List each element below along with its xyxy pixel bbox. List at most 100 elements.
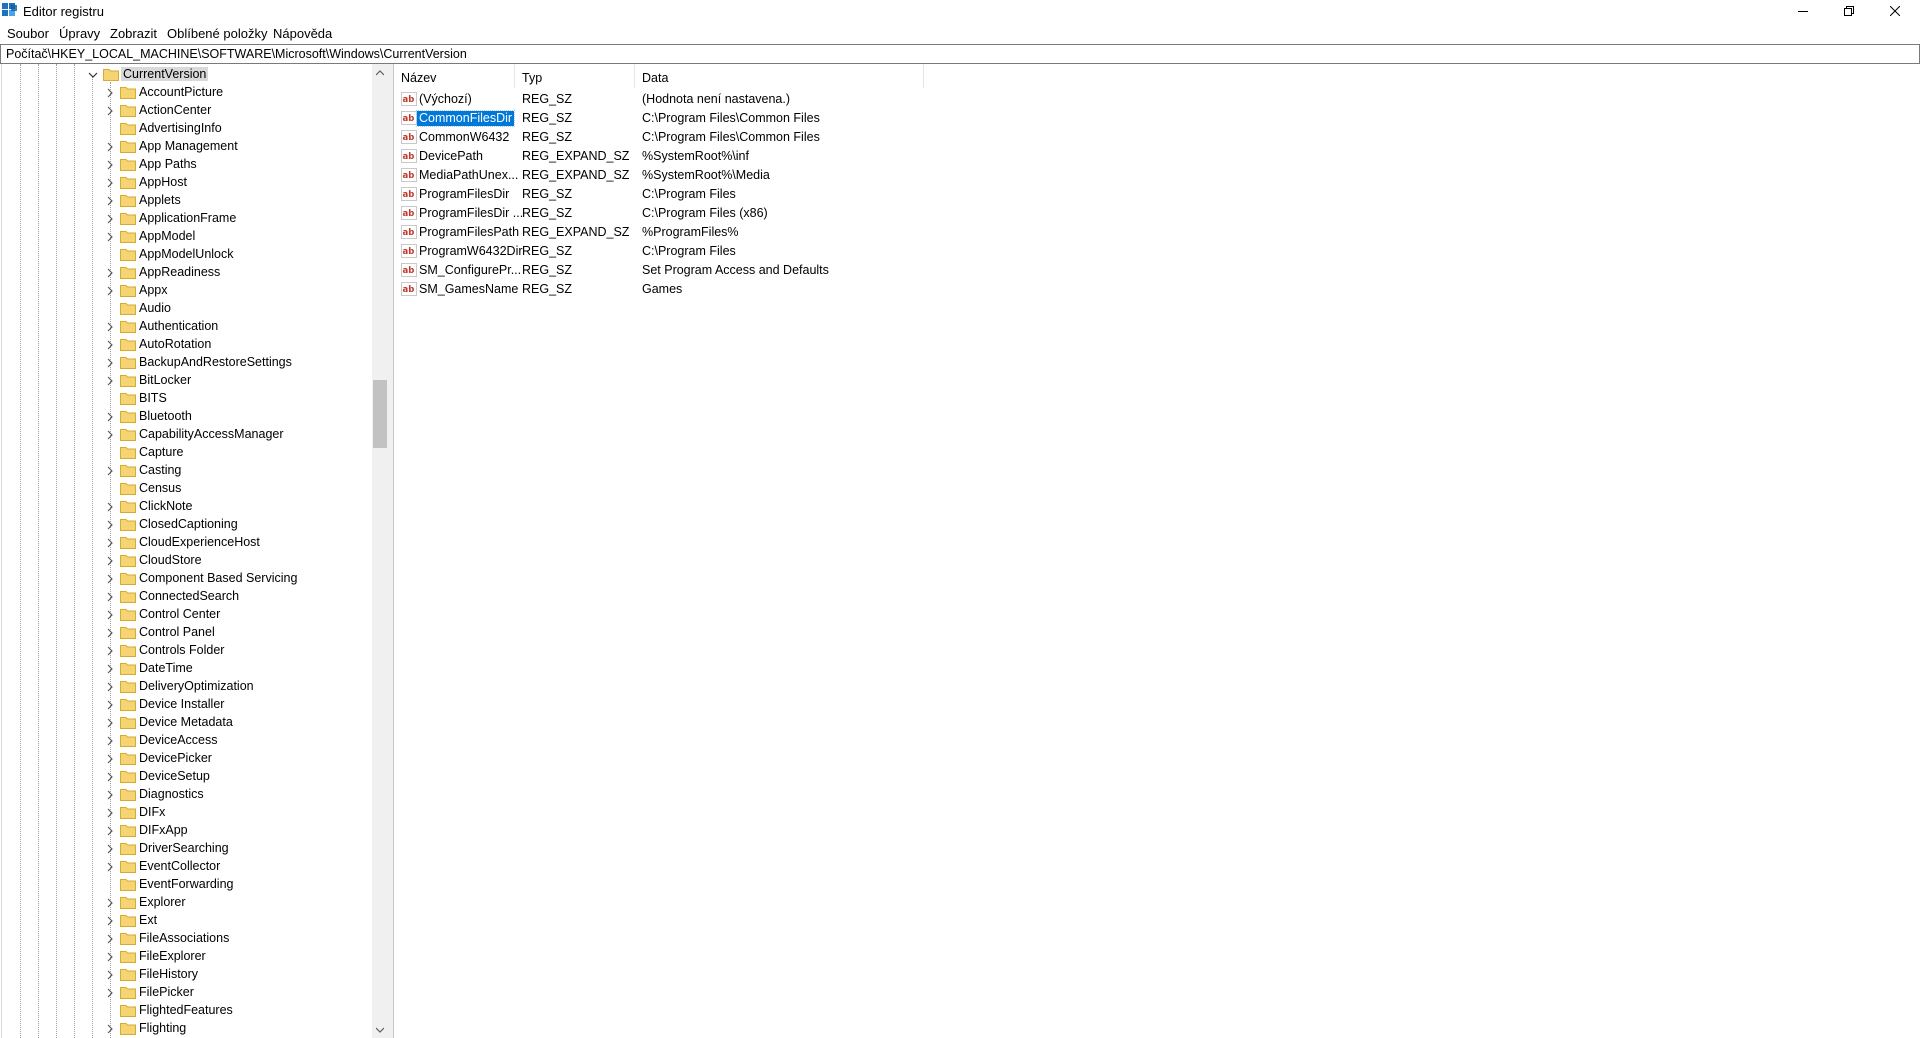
tree-item-deliveryoptimization[interactable]: DeliveryOptimization bbox=[2, 678, 374, 696]
column-header-type[interactable]: Typ bbox=[515, 64, 635, 88]
chevron-right-icon[interactable] bbox=[105, 1024, 115, 1034]
value-row[interactable]: ab MediaPathUnex... REG_EXPAND_SZ %SystemRo… bbox=[394, 166, 1394, 185]
tree-item-capture[interactable]: Capture bbox=[2, 444, 374, 462]
chevron-right-icon[interactable] bbox=[105, 628, 115, 638]
scroll-down-button[interactable] bbox=[372, 1021, 388, 1038]
chevron-right-icon[interactable] bbox=[105, 844, 115, 854]
tree-item-bitlocker[interactable]: BitLocker bbox=[2, 372, 374, 390]
tree-item-applicationframe[interactable]: ApplicationFrame bbox=[2, 210, 374, 228]
address-bar[interactable]: Počítač\HKEY_LOCAL_MACHINE\SOFTWARE\Micr… bbox=[0, 44, 1920, 64]
menu-view[interactable]: Zobrazit bbox=[110, 26, 157, 41]
menu-file[interactable]: Soubor bbox=[7, 26, 49, 41]
chevron-right-icon[interactable] bbox=[105, 826, 115, 836]
tree-item-eventcollector[interactable]: EventCollector bbox=[2, 858, 374, 876]
tree-item-component-based-servicing[interactable]: Component Based Servicing bbox=[2, 570, 374, 588]
restore-button[interactable] bbox=[1826, 0, 1872, 22]
tree-item-backupandrestoresettings[interactable]: BackupAndRestoreSettings bbox=[2, 354, 374, 372]
value-row[interactable]: ab DevicePath REG_EXPAND_SZ %SystemRoot%\in… bbox=[394, 147, 1394, 166]
values-list[interactable]: Název Typ Data ab (Výchozí) REG_SZ (Hodnota… bbox=[394, 64, 1920, 1038]
chevron-right-icon[interactable] bbox=[105, 916, 115, 926]
chevron-right-icon[interactable] bbox=[105, 970, 115, 980]
tree-item-bluetooth[interactable]: Bluetooth bbox=[2, 408, 374, 426]
chevron-right-icon[interactable] bbox=[105, 934, 115, 944]
column-header-name[interactable]: Název bbox=[394, 64, 515, 88]
chevron-right-icon[interactable] bbox=[105, 610, 115, 620]
chevron-right-icon[interactable] bbox=[105, 700, 115, 710]
tree-item-app-paths[interactable]: App Paths bbox=[2, 156, 374, 174]
tree-item-census[interactable]: Census bbox=[2, 480, 374, 498]
tree-item-flighting[interactable]: Flighting bbox=[2, 1020, 374, 1038]
chevron-right-icon[interactable] bbox=[105, 736, 115, 746]
chevron-right-icon[interactable] bbox=[105, 358, 115, 368]
tree-item-fileassociations[interactable]: FileAssociations bbox=[2, 930, 374, 948]
menu-edit[interactable]: Úpravy bbox=[59, 26, 100, 41]
chevron-right-icon[interactable] bbox=[105, 376, 115, 386]
tree-item-cloudstore[interactable]: CloudStore bbox=[2, 552, 374, 570]
value-row[interactable]: ab SM_GamesName REG_SZ Games bbox=[394, 280, 1394, 299]
chevron-right-icon[interactable] bbox=[105, 988, 115, 998]
chevron-right-icon[interactable] bbox=[105, 232, 115, 242]
tree-item-diagnostics[interactable]: Diagnostics bbox=[2, 786, 374, 804]
chevron-right-icon[interactable] bbox=[105, 808, 115, 818]
chevron-right-icon[interactable] bbox=[105, 556, 115, 566]
chevron-right-icon[interactable] bbox=[105, 520, 115, 530]
tree-item-filehistory[interactable]: FileHistory bbox=[2, 966, 374, 984]
chevron-right-icon[interactable] bbox=[105, 268, 115, 278]
tree-item-appx[interactable]: Appx bbox=[2, 282, 374, 300]
chevron-right-icon[interactable] bbox=[105, 466, 115, 476]
tree-item-difx[interactable]: DIFx bbox=[2, 804, 374, 822]
tree-item-controls-folder[interactable]: Controls Folder bbox=[2, 642, 374, 660]
chevron-right-icon[interactable] bbox=[105, 88, 115, 98]
tree-item-filepicker[interactable]: FilePicker bbox=[2, 984, 374, 1002]
tree-scrollbar[interactable] bbox=[372, 64, 388, 1038]
chevron-right-icon[interactable] bbox=[105, 790, 115, 800]
tree-item-audio[interactable]: Audio bbox=[2, 300, 374, 318]
tree-item-explorer[interactable]: Explorer bbox=[2, 894, 374, 912]
chevron-right-icon[interactable] bbox=[105, 196, 115, 206]
tree-item-datetime[interactable]: DateTime bbox=[2, 660, 374, 678]
chevron-right-icon[interactable] bbox=[105, 286, 115, 296]
chevron-right-icon[interactable] bbox=[105, 862, 115, 872]
tree-item-eventforwarding[interactable]: EventForwarding bbox=[2, 876, 374, 894]
tree-item-accountpicture[interactable]: AccountPicture bbox=[2, 84, 374, 102]
chevron-right-icon[interactable] bbox=[105, 664, 115, 674]
tree-item-appreadiness[interactable]: AppReadiness bbox=[2, 264, 374, 282]
tree-item-device-metadata[interactable]: Device Metadata bbox=[2, 714, 374, 732]
tree-item-actioncenter[interactable]: ActionCenter bbox=[2, 102, 374, 120]
chevron-down-icon[interactable] bbox=[88, 70, 98, 80]
chevron-right-icon[interactable] bbox=[105, 898, 115, 908]
value-row[interactable]: ab ProgramFilesPath REG_EXPAND_SZ %ProgramF… bbox=[394, 223, 1394, 242]
minimize-button[interactable] bbox=[1780, 0, 1826, 22]
tree-item-casting[interactable]: Casting bbox=[2, 462, 374, 480]
tree-item-deviceaccess[interactable]: DeviceAccess bbox=[2, 732, 374, 750]
value-row[interactable]: ab CommonW6432 REG_SZ C:\Program Files\Comm… bbox=[394, 128, 1394, 147]
chevron-right-icon[interactable] bbox=[105, 214, 115, 224]
tree-item-appmodel[interactable]: AppModel bbox=[2, 228, 374, 246]
tree-item-flightedfeatures[interactable]: FlightedFeatures bbox=[2, 1002, 374, 1020]
tree-item-devicepicker[interactable]: DevicePicker bbox=[2, 750, 374, 768]
tree-item-autorotation[interactable]: AutoRotation bbox=[2, 336, 374, 354]
value-row[interactable]: ab SM_ConfigurePr... REG_SZ Set Program Acc… bbox=[394, 261, 1394, 280]
chevron-right-icon[interactable] bbox=[105, 160, 115, 170]
tree-item-driversearching[interactable]: DriverSearching bbox=[2, 840, 374, 858]
tree-item-capabilityaccessmanager[interactable]: CapabilityAccessManager bbox=[2, 426, 374, 444]
chevron-right-icon[interactable] bbox=[105, 754, 115, 764]
chevron-right-icon[interactable] bbox=[105, 592, 115, 602]
tree-item-control-center[interactable]: Control Center bbox=[2, 606, 374, 624]
close-button[interactable] bbox=[1872, 0, 1918, 22]
value-row[interactable]: ab ProgramFilesDir ... REG_SZ C:\Program Fi… bbox=[394, 204, 1394, 223]
value-row[interactable]: ab ProgramW6432Dir REG_SZ C:\Program Files bbox=[394, 242, 1394, 261]
tree-item-appmodelunlock[interactable]: AppModelUnlock bbox=[2, 246, 374, 264]
tree-item-fileexplorer[interactable]: FileExplorer bbox=[2, 948, 374, 966]
chevron-right-icon[interactable] bbox=[105, 718, 115, 728]
column-header-data[interactable]: Data bbox=[635, 64, 924, 88]
tree-item-difxapp[interactable]: DIFxApp bbox=[2, 822, 374, 840]
tree-item-authentication[interactable]: Authentication bbox=[2, 318, 374, 336]
value-row[interactable]: ab (Výchozí) REG_SZ (Hodnota není nastavena… bbox=[394, 90, 1394, 109]
tree-item-advertisinginfo[interactable]: AdvertisingInfo bbox=[2, 120, 374, 138]
chevron-right-icon[interactable] bbox=[105, 772, 115, 782]
chevron-right-icon[interactable] bbox=[105, 538, 115, 548]
key-tree[interactable]: CurrentVersion AccountPicture ActionCente… bbox=[1, 64, 389, 1038]
tree-item-apphost[interactable]: AppHost bbox=[2, 174, 374, 192]
value-row[interactable]: ab ProgramFilesDir REG_SZ C:\Program Files bbox=[394, 185, 1394, 204]
